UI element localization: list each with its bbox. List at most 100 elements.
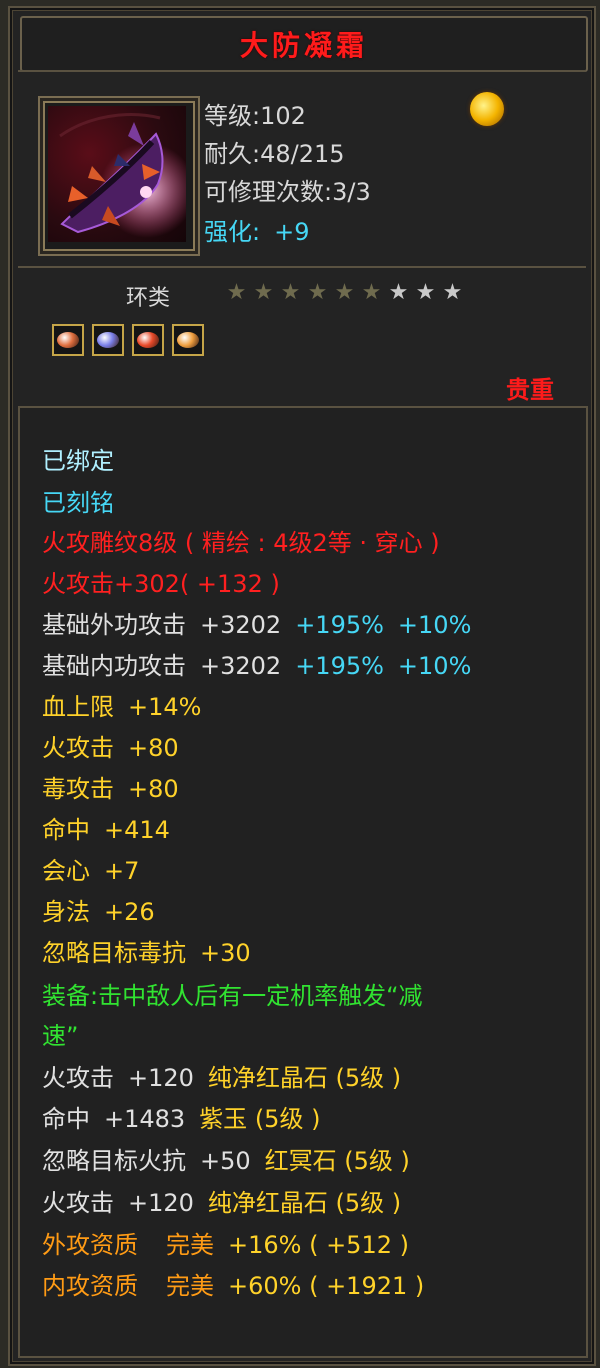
durability-label: 耐久 [204,140,252,168]
internal-attack-value: +3202 [200,652,282,680]
internal-quality-row: 内攻资质 完美 +60% ( +1921 ) [42,1271,424,1301]
poison-row: 毒攻击 +80 [42,774,179,804]
fire-value: +80 [128,734,179,762]
hp-row: 血上限 +14% [42,692,201,722]
durability-value: :48/215 [252,140,345,168]
properties-panel: 已绑定 已刻铭 火攻雕纹8级 ( 精绘 : 4级2等 · 穿心 ) 火攻击+30… [18,406,588,1358]
item-name: 大防凝霜 [239,29,368,62]
repair-label: 可修理次数 [204,178,324,206]
gem3-name: 红冥石 (5级 ) [264,1147,410,1175]
gem3-label: 忽略目标火抗 [42,1147,186,1175]
external-quality-grade: 完美 [166,1231,214,1259]
fire-attack-bonus: ( +132 ) [179,570,280,598]
fire-label: 火攻击 [42,734,114,762]
star-filled-icon: ★ [280,280,303,305]
star-filled-icon: ★ [253,280,276,305]
ignore-poison-row: 忽略目标毒抗 +30 [42,938,251,968]
internal-attack-pct2: +10% [397,652,472,680]
gem4-value: +120 [128,1189,194,1217]
fire-attack-main: 火攻击+302( +132 ) [42,569,280,599]
agility-row: 身法 +26 [42,897,155,927]
hit-label: 命中 [42,816,90,844]
internal-quality-grade: 完美 [166,1272,214,1300]
repair-value: :3/3 [324,178,371,206]
ignore-poison-value: +30 [200,939,251,967]
gem3-value: +50 [200,1147,251,1175]
enhance-label: 强化: [204,218,261,246]
ring-icon [48,106,186,242]
equip-effect-line1: 装备:击中敌人后有一定机率触发“减 [42,982,423,1010]
star-filled-icon: ★ [307,280,330,305]
external-attack-pct1: +195% [295,611,384,639]
quality-label: 贵重 [506,376,554,404]
star-empty-icon: ★ [388,280,411,305]
item-header: 等级:102 耐久:48/215 可修理次数:3/3 强化: +9 [18,70,586,268]
title-bar: 大防凝霜 [20,16,588,72]
gem2-label: 命中 [42,1105,90,1133]
hit-row: 命中 +414 [42,815,170,845]
gem-icon [177,332,199,348]
star-rating: ★ ★ ★ ★ ★ ★ ★ ★ ★ [224,280,467,305]
gem4-name: 纯净红晶石 (5级 ) [207,1189,402,1217]
star-empty-icon: ★ [415,280,438,305]
external-quality-label: 外攻资质 [42,1231,138,1259]
star-filled-icon: ★ [361,280,384,305]
crit-row: 会心 +7 [42,856,139,886]
gem1-value: +120 [128,1064,194,1092]
hit-value: +414 [104,816,170,844]
internal-attack-pct1: +195% [295,652,384,680]
item-meta: 环类 ★ ★ ★ ★ ★ ★ ★ ★ ★ 贵重 [18,266,586,408]
gem-icon [97,332,119,348]
external-attack-pct2: +10% [397,611,472,639]
internal-attack-label: 基础内功攻击 [42,652,186,680]
ignore-poison-label: 忽略目标毒抗 [42,939,186,967]
gem1-row: 火攻击 +120 纯净红晶石 (5级 ) [42,1063,401,1093]
fire-attack-main-value: 火攻击+302 [42,570,180,598]
equip-effect-line2: 速” [42,1022,79,1050]
level-value: :102 [252,102,306,130]
poison-label: 毒攻击 [42,775,114,803]
internal-attack-row: 基础内功攻击 +3202 +195% +10% [42,651,471,681]
gem-icon [57,332,79,348]
gem1-label: 火攻击 [42,1064,114,1092]
star-filled-icon: ★ [334,280,357,305]
gem-socket-icon[interactable] [52,324,84,356]
gem2-name: 紫玉 (5级 ) [199,1105,321,1133]
socket-row [52,324,204,356]
gem4-label: 火攻击 [42,1189,114,1217]
level-row: 等级:102 [204,96,306,131]
external-quality-row: 外攻资质 完美 +16% ( +512 ) [42,1230,409,1260]
external-attack-value: +3202 [200,611,282,639]
gem-icon [137,332,159,348]
gem2-value: +1483 [104,1105,186,1133]
gem-socket-icon[interactable] [132,324,164,356]
bound-text: 已绑定 [42,447,114,475]
item-tooltip: 大防凝霜 等级:102 耐久:48/215 可修理次数:3/3 强化: +9 环… [8,6,596,1366]
crit-value: +7 [104,857,140,885]
repair-row: 可修理次数:3/3 [204,172,371,207]
item-category: 环类 [126,286,171,311]
item-icon-frame [38,96,200,256]
gem1-name: 纯净红晶石 (5级 ) [207,1064,402,1092]
enhance-value: +9 [274,218,310,246]
gem-socket-icon[interactable] [92,324,124,356]
bind-coin-icon [470,92,504,126]
hp-value: +14% [128,693,202,721]
fire-row: 火攻击 +80 [42,733,179,763]
external-quality-value: +16% ( +512 ) [228,1231,409,1259]
gem2-row: 命中 +1483 紫玉 (5级 ) [42,1104,320,1134]
hp-label: 血上限 [42,693,114,721]
durability-row: 耐久:48/215 [204,134,345,169]
enhance-row: 强化: +9 [204,212,309,247]
internal-quality-label: 内攻资质 [42,1272,138,1300]
agility-label: 身法 [42,898,90,926]
engrave-text: 火攻雕纹8级 ( 精绘 : 4级2等 · 穿心 ) [42,529,440,557]
gem3-row: 忽略目标火抗 +50 红冥石 (5级 ) [42,1146,410,1176]
agility-value: +26 [104,898,155,926]
level-label: 等级 [204,102,252,130]
gem4-row: 火攻击 +120 纯净红晶石 (5级 ) [42,1188,401,1218]
crit-label: 会心 [42,857,90,885]
internal-quality-value: +60% ( +1921 ) [228,1272,425,1300]
star-empty-icon: ★ [442,280,465,305]
gem-socket-icon[interactable] [172,324,204,356]
